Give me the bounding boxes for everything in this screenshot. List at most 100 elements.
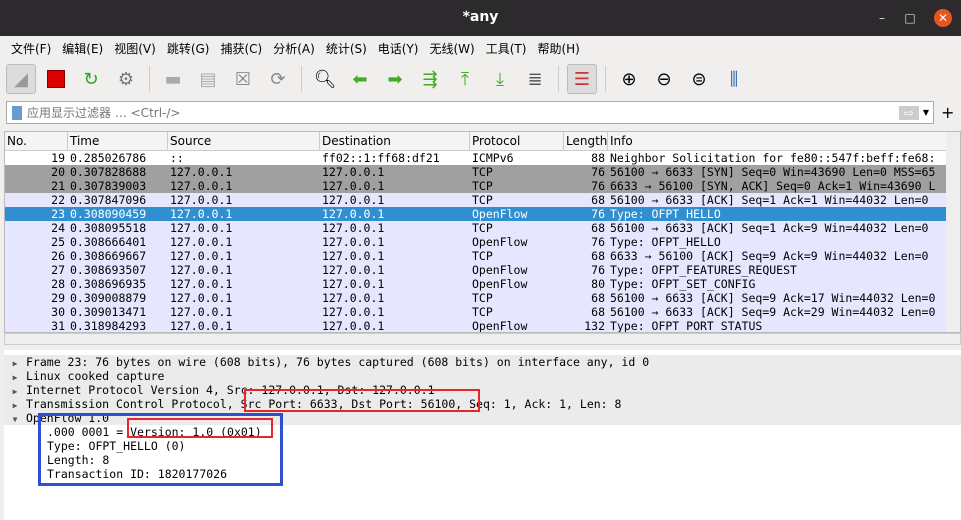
cell-destination: 127.0.0.1 xyxy=(322,277,385,291)
packet-row[interactable]: 30 0.309013471 127.0.0.1 127.0.0.1 TCP 68 5610… xyxy=(5,305,960,319)
maximize-button[interactable]: □ xyxy=(901,9,919,27)
divider xyxy=(558,66,559,92)
packet-row[interactable]: 25 0.308666401 127.0.0.1 127.0.0.1 OpenFlow 7… xyxy=(5,235,960,249)
packet-row[interactable]: 23 0.308090459 127.0.0.1 127.0.0.1 OpenFlow 7… xyxy=(5,207,960,221)
cell-source: 127.0.0.1 xyxy=(170,235,233,249)
cell-info: 56100 → 6633 [ACK] Seq=1 Ack=1 Win=44032… xyxy=(610,193,929,207)
cell-info: 6633 → 56100 [ACK] Seq=9 Ack=9 Win=44032… xyxy=(610,249,929,263)
menu-item-6[interactable]: 统计(S) xyxy=(321,36,372,60)
open-file-icon[interactable]: ▬ xyxy=(158,64,188,94)
cell-destination: 127.0.0.1 xyxy=(322,235,385,249)
packet-row[interactable]: 22 0.307847096 127.0.0.1 127.0.0.1 TCP 68 5610… xyxy=(5,193,960,207)
cell-source: :: xyxy=(170,151,184,165)
packet-list-vertical-scrollbar[interactable] xyxy=(946,132,960,332)
cell-length: 76 xyxy=(591,235,605,249)
display-filter-input[interactable] xyxy=(27,105,899,120)
detail-tcp[interactable]: ▶ Transmission Control Protocol, Src Port… xyxy=(4,397,961,411)
cell-source: 127.0.0.1 xyxy=(170,193,233,207)
packet-row[interactable]: 27 0.308693507 127.0.0.1 127.0.0.1 OpenFlow 7… xyxy=(5,263,960,277)
apply-filter-arrow-icon[interactable]: ⇨ xyxy=(898,105,919,120)
colorize-icon[interactable]: ☰ xyxy=(567,64,597,94)
cell-source: 127.0.0.1 xyxy=(170,221,233,235)
zoom-reset-icon[interactable]: ⊜ xyxy=(684,64,714,94)
cell-protocol: OpenFlow xyxy=(472,207,528,221)
go-forward-icon[interactable]: ➡ xyxy=(380,64,410,94)
packet-list-horizontal-scrollbar[interactable] xyxy=(4,333,961,345)
cell-destination: 127.0.0.1 xyxy=(322,221,385,235)
packet-row[interactable]: 26 0.308669667 127.0.0.1 127.0.0.1 TCP 68 6633… xyxy=(5,249,960,263)
cell-protocol: OpenFlow xyxy=(472,319,528,333)
menu-item-1[interactable]: 编辑(E) xyxy=(57,36,108,60)
cell-no: 21 xyxy=(51,179,65,193)
detail-text: Frame 23: 76 bytes on wire (608 bits), 7… xyxy=(26,355,650,369)
cell-info: Type: OFPT_HELLO xyxy=(610,207,721,221)
reload-file-icon[interactable]: ⟳ xyxy=(263,64,293,94)
menu-item-3[interactable]: 跳转(G) xyxy=(162,36,215,60)
menu-item-8[interactable]: 无线(W) xyxy=(425,36,480,60)
menu-item-7[interactable]: 电话(Y) xyxy=(373,36,424,60)
column-header-info[interactable]: Info xyxy=(608,132,960,150)
close-file-icon[interactable]: ☒ xyxy=(228,64,258,94)
column-header-protocol[interactable]: Protocol xyxy=(470,132,564,150)
packet-row[interactable]: 31 0.318984293 127.0.0.1 127.0.0.1 OpenFlow 1… xyxy=(5,319,960,333)
cell-destination: 127.0.0.1 xyxy=(322,249,385,263)
column-header-time[interactable]: Time xyxy=(68,132,168,150)
menu-item-10[interactable]: 帮助(H) xyxy=(532,36,584,60)
packet-row[interactable]: 19 0.285026786:: ff02::1:ff68:df21 ICMPv6 88… xyxy=(5,151,960,165)
minimize-button[interactable]: – xyxy=(873,9,891,27)
zoom-out-icon[interactable]: ⊖ xyxy=(649,64,679,94)
detail-frame[interactable]: ▶ Frame 23: 76 bytes on wire (608 bits), … xyxy=(4,355,961,369)
packet-row[interactable]: 20 0.307828688 127.0.0.1 127.0.0.1 TCP 76 5610… xyxy=(5,165,960,179)
go-back-icon[interactable]: ⬅ xyxy=(345,64,375,94)
detail-ip[interactable]: ▶ Internet Protocol Version 4, Src: 127.0… xyxy=(4,383,961,397)
resize-columns-icon[interactable]: ⫼ xyxy=(719,64,749,94)
packet-row[interactable]: 24 0.308095518 127.0.0.1 127.0.0.1 TCP 68 5610… xyxy=(5,221,960,235)
auto-scroll-icon[interactable]: ≣ xyxy=(520,64,550,94)
menu-item-5[interactable]: 分析(A) xyxy=(268,36,320,60)
find-packet-icon[interactable]: 🔍︎ xyxy=(310,64,340,94)
cell-source: 127.0.0.1 xyxy=(170,291,233,305)
menu-item-9[interactable]: 工具(T) xyxy=(481,36,532,60)
column-header-source[interactable]: Source xyxy=(168,132,320,150)
cell-source: 127.0.0.1 xyxy=(170,249,233,263)
add-filter-button[interactable]: + xyxy=(941,103,954,122)
restart-capture-icon[interactable]: ↻ xyxy=(76,64,106,94)
cell-no: 22 xyxy=(51,193,65,207)
menu-item-4[interactable]: 捕获(C) xyxy=(215,36,267,60)
column-header-length[interactable]: Length xyxy=(564,132,608,150)
packet-row[interactable]: 29 0.309008879 127.0.0.1 127.0.0.1 TCP 68 5610… xyxy=(5,291,960,305)
column-header-destination[interactable]: Destination xyxy=(320,132,470,150)
close-button[interactable]: ✕ xyxy=(934,9,952,27)
packet-row[interactable]: 21 0.307839003 127.0.0.1 127.0.0.1 TCP 76 6633… xyxy=(5,179,960,193)
menu-item-0[interactable]: 文件(F) xyxy=(6,36,56,60)
last-packet-icon[interactable]: ⤓ xyxy=(485,64,515,94)
cell-protocol: ICMPv6 xyxy=(472,151,514,165)
packet-row[interactable]: 28 0.308696935 127.0.0.1 127.0.0.1 OpenFlow 8… xyxy=(5,277,960,291)
zoom-in-icon[interactable]: ⊕ xyxy=(614,64,644,94)
cell-protocol: TCP xyxy=(472,193,493,207)
menu-item-2[interactable]: 视图(V) xyxy=(109,36,161,60)
cell-time: 0.318984293 xyxy=(70,319,147,333)
cell-no: 28 xyxy=(51,277,65,291)
first-packet-icon[interactable]: ⤒ xyxy=(450,64,480,94)
go-to-packet-icon[interactable]: ⇶ xyxy=(415,64,445,94)
cell-info: 56100 → 6633 [ACK] Seq=1 Ack=9 Win=44032… xyxy=(610,221,929,235)
stop-capture-icon[interactable] xyxy=(41,64,71,94)
cell-time: 0.308666401 xyxy=(70,235,147,249)
detail-text: Transmission Control Protocol, xyxy=(26,397,241,411)
cell-info: 6633 → 56100 [SYN, ACK] Seq=0 Ack=1 Win=… xyxy=(610,179,936,193)
cell-length: 68 xyxy=(591,249,605,263)
cell-time: 0.308669667 xyxy=(70,249,147,263)
filter-dropdown-icon[interactable]: ▼ xyxy=(923,108,929,117)
shark-fin-start-icon[interactable]: ◢ xyxy=(6,64,36,94)
cell-length: 76 xyxy=(591,165,605,179)
save-file-icon[interactable]: ▤ xyxy=(193,64,223,94)
cell-source: 127.0.0.1 xyxy=(170,263,233,277)
window-title: *any xyxy=(462,9,499,25)
cell-time: 0.307828688 xyxy=(70,165,147,179)
column-header-no[interactable]: No. xyxy=(5,132,68,150)
bookmark-icon[interactable] xyxy=(12,105,22,120)
capture-options-icon[interactable]: ⚙ xyxy=(111,64,141,94)
cell-length: 80 xyxy=(591,277,605,291)
detail-linux-cooked[interactable]: ▶ Linux cooked capture xyxy=(4,369,961,383)
